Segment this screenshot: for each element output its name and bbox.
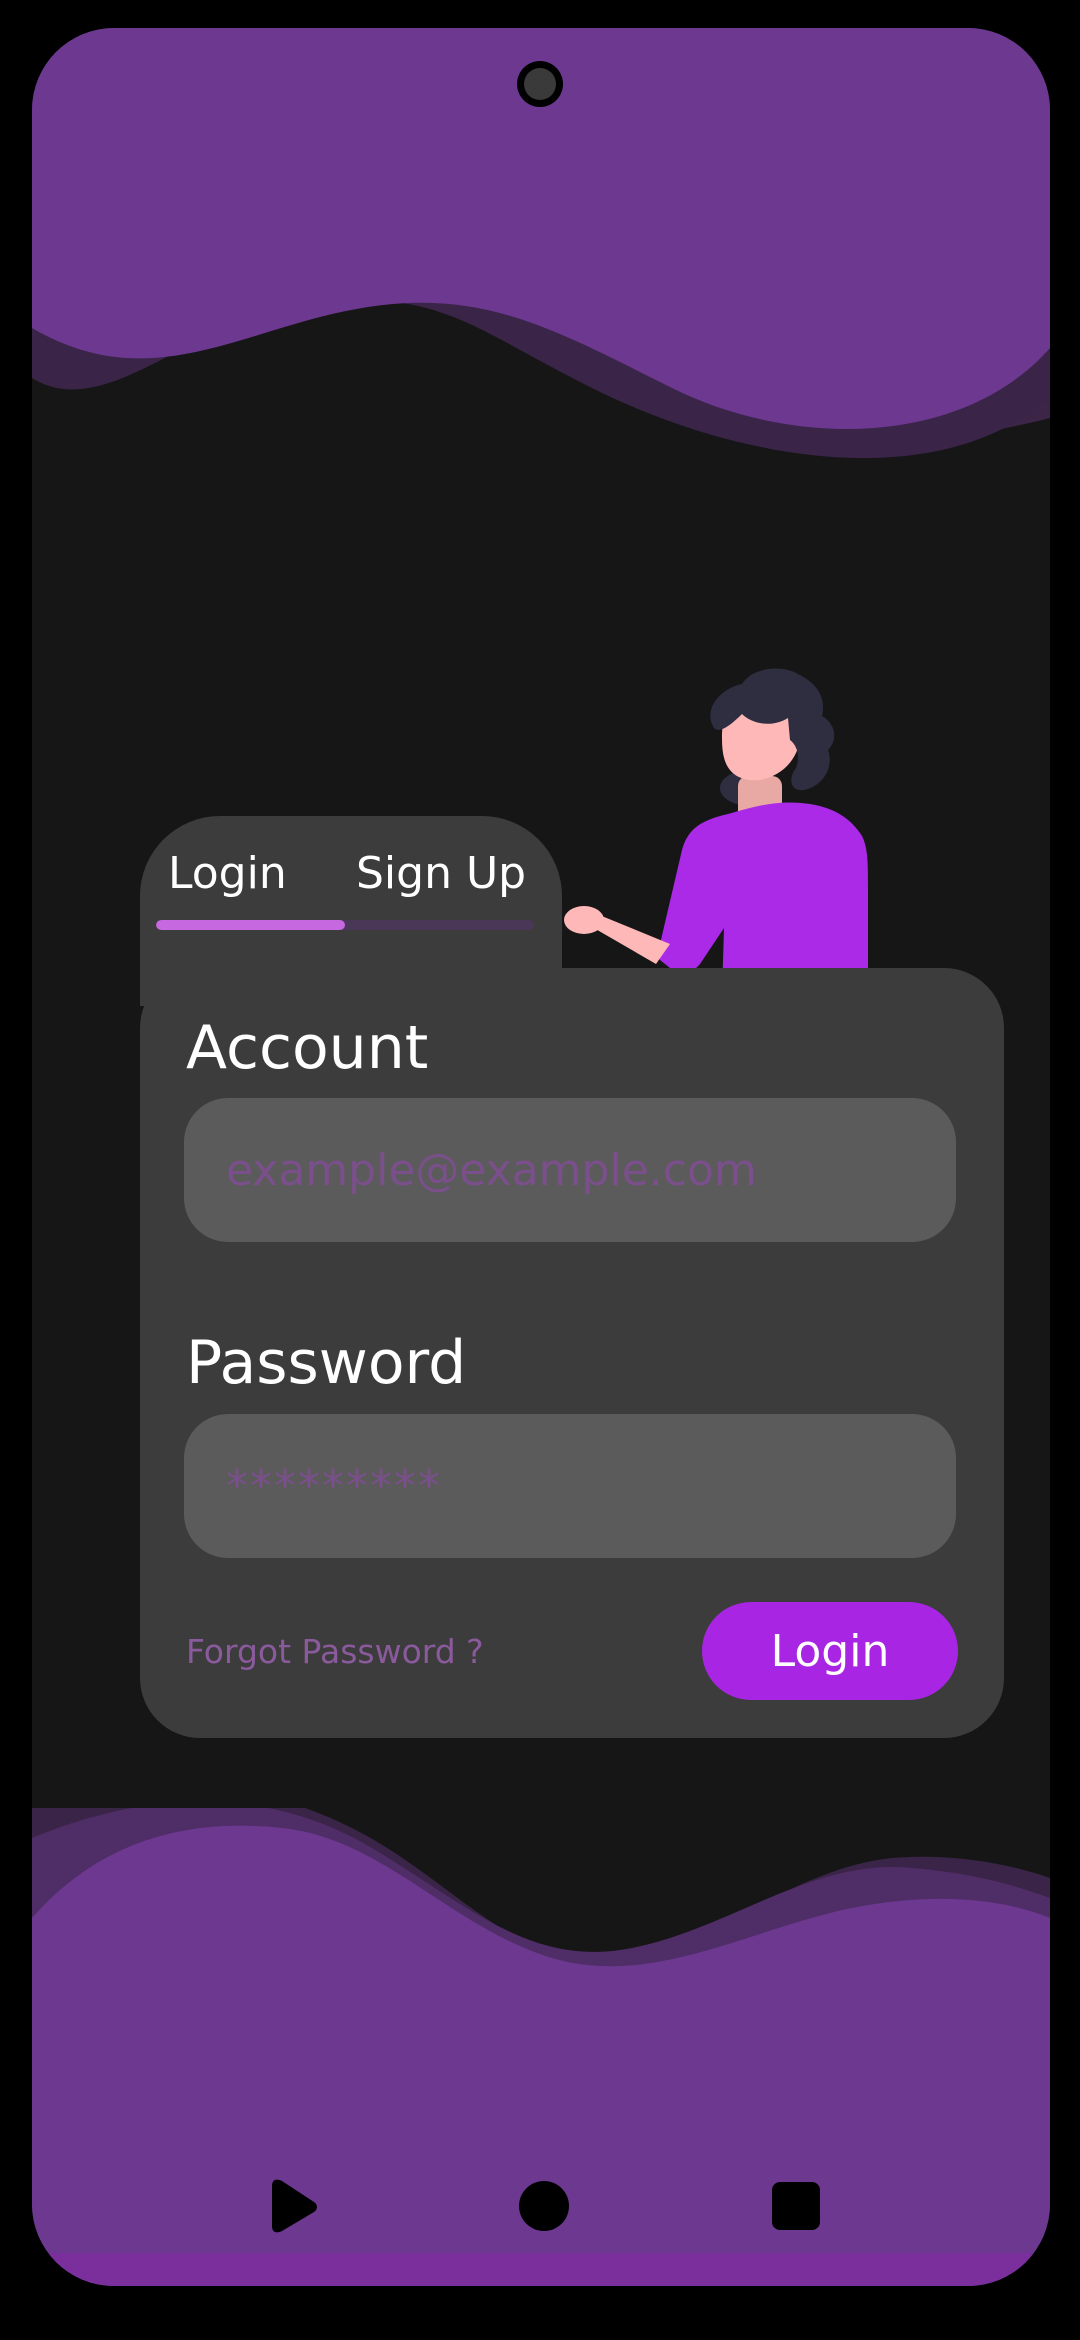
forgot-password-link[interactable]: Forgot Password ?	[186, 1632, 484, 1671]
account-label: Account	[186, 1013, 429, 1083]
tab-indicator-track	[156, 920, 534, 930]
tab-sign-up[interactable]: Sign Up	[356, 848, 526, 899]
front-camera	[517, 61, 563, 107]
account-input[interactable]	[184, 1098, 956, 1242]
login-button[interactable]: Login	[702, 1602, 958, 1700]
circle-icon[interactable]	[516, 2178, 572, 2234]
play-triangle-icon[interactable]	[264, 2178, 320, 2234]
phone-frame: Login Sign Up Account Password Forgot Pa…	[0, 0, 1080, 2340]
password-input[interactable]	[184, 1414, 956, 1558]
tab-active-indicator	[156, 920, 345, 930]
login-form-card: Account Password Forgot Password ? Login	[140, 968, 1004, 1738]
tab-login[interactable]: Login	[168, 848, 287, 899]
screen: Login Sign Up Account Password Forgot Pa…	[32, 28, 1050, 2286]
camera-lens	[524, 68, 556, 100]
password-label: Password	[186, 1328, 467, 1398]
square-icon[interactable]	[768, 2178, 824, 2234]
